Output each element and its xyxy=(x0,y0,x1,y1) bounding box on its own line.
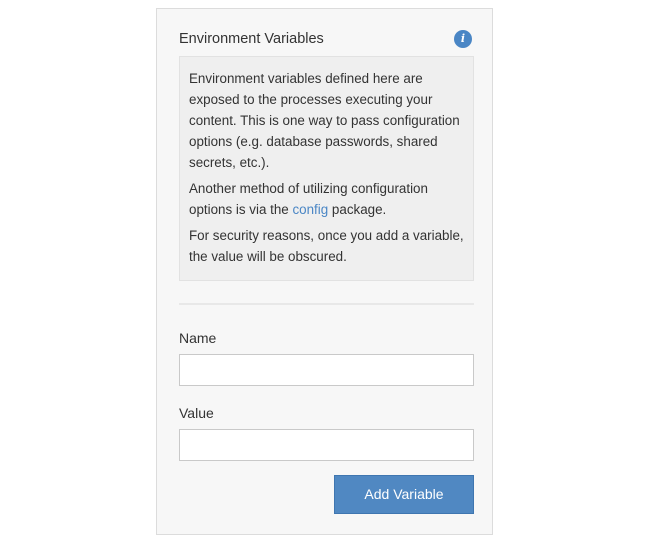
name-input[interactable] xyxy=(179,354,474,386)
info-icon[interactable]: i xyxy=(454,30,472,48)
panel-title: Environment Variables xyxy=(179,31,324,47)
help-text-box: Environment variables defined here are e… xyxy=(179,56,474,281)
help-paragraph: For security reasons, once you add a var… xyxy=(189,228,464,264)
help-paragraph: Another method of utilizing configuratio… xyxy=(189,178,465,220)
environment-variables-panel: Environment Variables i Environment vari… xyxy=(156,8,493,535)
divider xyxy=(179,303,474,305)
panel-header: Environment Variables i xyxy=(179,29,472,49)
add-variable-button[interactable]: Add Variable xyxy=(334,475,474,514)
help-paragraph: Environment variables defined here are e… xyxy=(189,71,460,170)
value-label: Value xyxy=(179,405,214,421)
value-input[interactable] xyxy=(179,429,474,461)
config-package-link[interactable]: config xyxy=(292,202,328,217)
name-label: Name xyxy=(179,330,217,346)
help-text: package. xyxy=(328,202,387,217)
